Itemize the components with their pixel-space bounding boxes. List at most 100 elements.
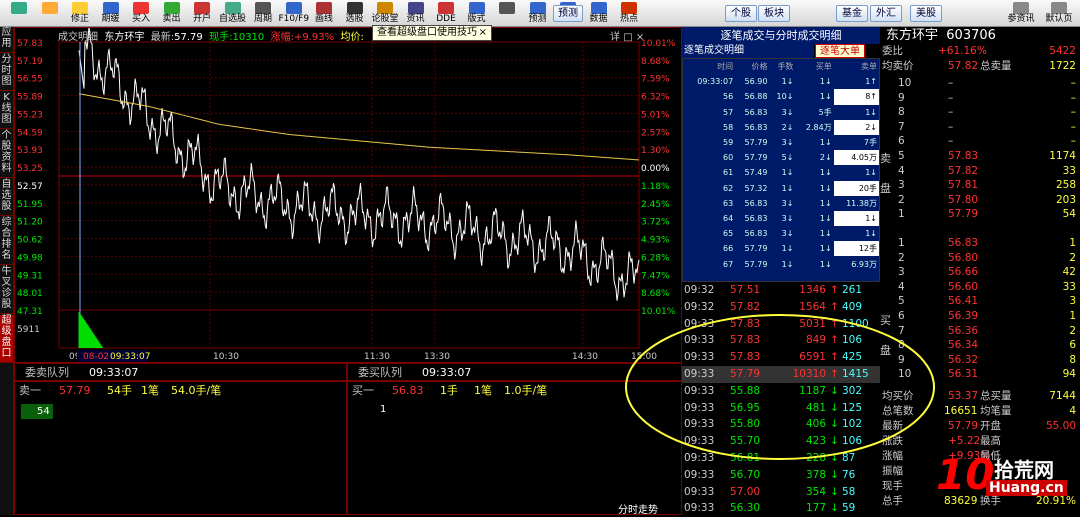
sidebar-item[interactable]: 应用 [0, 27, 13, 53]
detail-row: 61 57.49 1↓ 1↓ 1↓ [683, 165, 879, 180]
sidebar-item[interactable]: 牛叉诊股 [0, 266, 13, 314]
order-book-cell: 7144 [1049, 390, 1076, 402]
left-sidebar: 应用 分时图 K线图 个股资料 自选股 综合排名 牛叉诊股 超级盘口 [0, 27, 14, 515]
time-label: 11:30 [364, 352, 390, 362]
sidebar-item[interactable]: 分时图 [0, 54, 13, 91]
toolbar-button[interactable]: 数据 [584, 0, 614, 27]
order-book-cell: 8 [898, 106, 905, 119]
toolbar-button[interactable]: 买入 [126, 0, 156, 27]
toolbar-button[interactable] [35, 0, 65, 27]
toolbar-button[interactable]: 热点 [614, 0, 644, 27]
toolbar-button[interactable]: 版式 [462, 0, 492, 27]
detail-cell: 11.38万 [846, 198, 877, 208]
sidebar-item[interactable]: K线图 [0, 92, 13, 129]
chart-title: 成交明细 [58, 32, 98, 43]
toolbar-button[interactable]: 选股 [340, 0, 370, 27]
toolbar-button[interactable]: 参资讯 [1003, 0, 1039, 27]
toolbar-button[interactable]: 周期 [248, 0, 278, 27]
y-tick-label-right: 7.59% [641, 75, 670, 85]
predict-button[interactable]: 预测 [553, 5, 583, 22]
market-tab[interactable]: 个股 [725, 5, 757, 22]
sidebar-item[interactable]: 超级盘口 [0, 315, 13, 363]
tab-big-orders[interactable]: 逐笔大单 [815, 44, 865, 58]
buy-icon [133, 2, 149, 14]
toolbar-button[interactable]: 预测 [523, 0, 553, 27]
detail-cell: 1↑ [865, 77, 877, 87]
order-book-cell: – [948, 91, 954, 104]
toolbar-button[interactable]: DDE [431, 0, 461, 27]
y-tick-label: 57.83 [17, 39, 43, 49]
market-tab[interactable]: 基金 [836, 5, 868, 22]
detail-header: 价格 [751, 62, 768, 72]
detail-cell: 2↓ [781, 122, 794, 132]
detail-cell: 1↓ [781, 77, 794, 87]
order-book-row: 2 57.80 203 [880, 193, 1080, 208]
order-book-cell: 57.81 [948, 179, 979, 192]
detail-cell: 56 [723, 92, 734, 102]
tab-tick-detail[interactable]: 逐笔成交明细 [682, 44, 814, 58]
detail-row: 64 56.83 3↓ 1↓ 1↓ [683, 210, 879, 227]
hot-icon [621, 2, 637, 14]
toolbar-button[interactable]: 画线 [309, 0, 339, 27]
detail-cell: 56.88 [744, 92, 768, 102]
tip-close-icon[interactable]: × [479, 26, 487, 40]
detail-row: 62 57.32 1↓ 1↓ 20手 [683, 180, 879, 196]
toolbar-button[interactable] [492, 0, 522, 27]
toolbar-button[interactable]: 默认页 [1041, 0, 1077, 27]
y-tick-label-right: 10.01% [641, 39, 676, 49]
toolbar-button[interactable]: F10/F9 [279, 0, 309, 27]
detail-cell: 5手 [818, 107, 832, 117]
market-tab[interactable]: 板块 [758, 5, 790, 22]
detail-cell: 3↓ [781, 198, 794, 208]
order-book-row: 6 – – [880, 134, 1080, 149]
order-book-cell: 4 [898, 164, 905, 177]
sidebar-item[interactable]: 综合排名 [0, 217, 13, 265]
toolbar-button[interactable] [4, 0, 34, 27]
toolbar-button[interactable]: 论股堂 [370, 0, 400, 27]
period-icon [255, 2, 271, 14]
toolbar-button[interactable]: 资讯 [401, 0, 431, 27]
toolbar-button[interactable]: 修正 [65, 0, 95, 27]
toolbar-button[interactable]: 卖出 [157, 0, 187, 27]
tick-cell: 56.70 [730, 468, 761, 481]
detail-header: 买单 [815, 62, 832, 72]
detail-cell: 56.83 [744, 229, 768, 239]
latest-label: 最新: [150, 32, 175, 43]
order-book-cell: +5.22 [948, 435, 981, 447]
plot-border [58, 41, 640, 349]
sidebar-item[interactable]: 个股资料 [0, 130, 13, 178]
market-tab[interactable]: 外汇 [870, 5, 902, 22]
order-book-cell: 振幅 [882, 465, 903, 477]
toolbar-button[interactable]: 期缓 [96, 0, 126, 27]
tick-cell: 57.51 [730, 284, 761, 296]
info-icon [1051, 2, 1067, 14]
market-tab[interactable]: 美股 [910, 5, 942, 22]
tick-cell: 57.00 [730, 485, 761, 498]
tip-popup[interactable]: 查看超级盘口使用技巧 × [372, 25, 492, 41]
toolbar-button[interactable]: 开户 [187, 0, 217, 27]
y-tick-label: 47.31 [17, 307, 43, 317]
detail-cell: 1↓ [819, 138, 832, 148]
y-tick-label-right: 5.01% [641, 110, 670, 120]
order-book-cell: 1722 [1049, 59, 1076, 72]
intraday-chart[interactable]: 57.83 57.19 56.55 55.89 55.23 54.59 53.93 53.25… [14, 26, 682, 375]
close-icon: × [635, 32, 645, 43]
detail-cell: 56.83 [744, 213, 768, 223]
order-book-cell: – [1070, 120, 1076, 133]
y-tick-label-right: 2.45% [641, 200, 670, 210]
detail-cell: 63 [723, 198, 734, 208]
chart-controls[interactable]: 详 □ × [610, 28, 644, 43]
toolbar-button[interactable]: 自选股 [218, 0, 248, 27]
timeshare-tab[interactable]: 分时走势 [618, 501, 658, 516]
detail-cell: 57.79 [744, 153, 768, 163]
order-book-cell: – [948, 77, 954, 89]
y-tick-label: 48.01 [17, 289, 43, 299]
sidebar-item[interactable]: 自选股 [0, 179, 13, 216]
order-book-cell: 5 [898, 295, 905, 308]
chart-stock-name: 东方环宇 [104, 32, 145, 43]
order-book-cell: 57.82 [948, 164, 979, 177]
detail-cell: 64 [723, 213, 734, 223]
order-book-cell: 总手 [882, 495, 903, 507]
detail-cell: 2↓ [819, 153, 832, 163]
detail-header-row: 时间 价格 手数 买单 卖单 [683, 59, 879, 74]
